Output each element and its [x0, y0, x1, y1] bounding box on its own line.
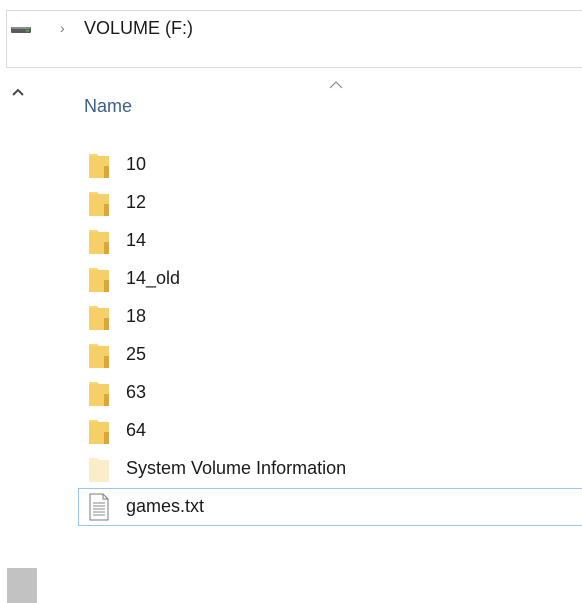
file-name: 25 [126, 344, 147, 364]
list-item[interactable]: 14 [78, 222, 582, 260]
file-name: games.txt [126, 496, 205, 516]
folder-icon [89, 268, 109, 292]
file-name: 12 [126, 192, 147, 212]
list-item[interactable]: games.txt [78, 488, 582, 526]
navigation-pane [6, 68, 38, 603]
file-name: System Volume Information [126, 458, 347, 478]
list-item[interactable]: 18 [78, 298, 582, 336]
list-item[interactable]: 64 [78, 412, 582, 450]
list-item[interactable]: System Volume Information [78, 450, 582, 488]
file-name: 14_old [126, 268, 181, 288]
folder-icon [89, 154, 109, 178]
drive-icon [11, 27, 31, 33]
folder-icon [89, 344, 109, 368]
chevron-up-icon[interactable] [10, 84, 26, 100]
column-header-name[interactable]: Name [84, 96, 132, 117]
file-name: 64 [126, 420, 147, 440]
text-file-icon [89, 493, 109, 521]
folder-icon [89, 382, 109, 406]
list-item[interactable]: 25 [78, 336, 582, 374]
file-name: 14 [126, 230, 147, 250]
folder-icon [89, 420, 109, 444]
list-item[interactable]: 63 [78, 374, 582, 412]
list-item[interactable]: 14_old [78, 260, 582, 298]
breadcrumb-volume-f[interactable]: VOLUME (F:) [84, 18, 193, 39]
file-name: 10 [126, 154, 147, 174]
list-item[interactable]: 12 [78, 184, 582, 222]
folder-icon [89, 306, 109, 330]
file-list: 10 12 14 14_old 18 25 63 64 System Volum… [78, 146, 582, 526]
folder-icon [89, 458, 109, 482]
chevron-right-icon: › [60, 20, 65, 36]
file-name: 63 [126, 382, 147, 402]
folder-icon [89, 230, 109, 254]
list-item[interactable]: 10 [78, 146, 582, 184]
sort-ascending-caret-icon [329, 81, 343, 89]
file-name: 18 [126, 306, 147, 326]
navigation-scrollbar-thumb[interactable] [7, 568, 37, 603]
folder-icon [89, 192, 109, 216]
